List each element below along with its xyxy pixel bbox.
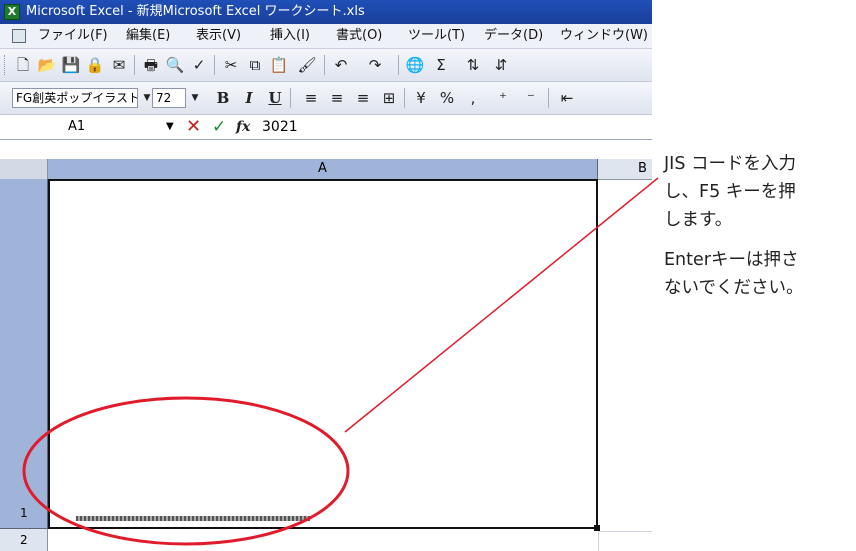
menu-file[interactable]: ファイル(F) — [38, 24, 108, 48]
toolbar-separator — [290, 88, 291, 108]
select-all-button[interactable] — [0, 159, 48, 179]
cancel-entry-icon[interactable]: ✕ — [186, 115, 201, 139]
percent-icon[interactable]: % — [436, 87, 458, 109]
excel-window: X Microsoft Excel - 新規Microsoft Excel ワー… — [0, 0, 652, 551]
menu-bar: ファイル(F) 編集(E) 表示(V) 挿入(I) 書式(O) ツール(T) デ… — [0, 24, 652, 49]
instruction-note: JIS コードを入力 し、F5 キーを押 します。 Enterキーは押さ ないで… — [664, 150, 854, 302]
paste-icon[interactable]: 📋 — [268, 54, 290, 76]
currency-icon[interactable]: ¥ — [410, 87, 432, 109]
size-dropdown-icon[interactable]: ▼ — [188, 88, 202, 108]
merge-center-icon[interactable]: ⊞ — [378, 87, 400, 109]
toolbar-separator — [214, 55, 215, 75]
toolbar-separator — [324, 55, 325, 75]
column-header-a[interactable]: A — [48, 159, 598, 179]
decrease-indent-icon[interactable]: ⇤ — [556, 87, 578, 109]
underline-button[interactable]: U — [264, 87, 286, 109]
column-header-b[interactable]: B — [598, 159, 652, 179]
document-icon[interactable] — [12, 29, 26, 43]
new-icon[interactable]: 🗋 — [12, 54, 34, 76]
cut-icon[interactable]: ✂ — [220, 54, 242, 76]
comma-style-icon[interactable]: , — [462, 87, 484, 109]
align-left-icon[interactable]: ≡ — [300, 87, 322, 109]
menu-edit[interactable]: 編集(E) — [126, 24, 170, 48]
save-icon[interactable]: 💾 — [60, 54, 82, 76]
row-headers: 1 2 — [0, 179, 48, 551]
redo-icon[interactable]: ↷ — [364, 54, 386, 76]
instruction-line: Enterキーは押さ — [664, 250, 799, 270]
row-header-1[interactable]: 1 — [0, 179, 48, 529]
instruction-paragraph-2: Enterキーは押さ ないでください。 — [664, 246, 854, 302]
menu-data[interactable]: データ(D) — [484, 24, 543, 48]
instruction-line: します。 — [664, 210, 733, 230]
menu-tools[interactable]: ツール(T) — [408, 24, 465, 48]
window-title: Microsoft Excel - 新規Microsoft Excel ワークシ… — [26, 4, 365, 19]
formatting-toolbar: FG創英ポップイラスト ▼ 72 ▼ B I U ≡ ≡ ≡ ⊞ ¥ % , ⁺… — [0, 82, 652, 115]
name-box-dropdown-icon[interactable]: ▼ — [166, 117, 174, 137]
spelling-icon[interactable]: ✓ — [188, 54, 210, 76]
name-box[interactable]: A1 — [58, 117, 158, 137]
toolbar-separator — [134, 55, 135, 75]
row-number: 2 — [20, 533, 28, 547]
autosum-icon[interactable]: Σ — [430, 54, 452, 76]
sort-ascending-icon[interactable]: ⇅ — [462, 54, 484, 76]
active-cell-a1[interactable] — [48, 179, 598, 529]
print-preview-icon[interactable]: 🔍 — [164, 54, 186, 76]
email-icon[interactable]: ✉ — [108, 54, 130, 76]
copy-icon[interactable]: ⧉ — [244, 54, 266, 76]
column-header-row: A B — [0, 159, 652, 180]
print-icon[interactable]: 🖶 — [140, 54, 162, 76]
menu-view[interactable]: 表示(V) — [196, 24, 241, 48]
toolbar-separator — [404, 88, 405, 108]
toolbar-separator — [398, 55, 399, 75]
instruction-line: JIS コードを入力 — [664, 154, 796, 174]
confirm-entry-icon[interactable]: ✓ — [212, 115, 226, 139]
instruction-paragraph-1: JIS コードを入力 し、F5 キーを押 します。 — [664, 150, 854, 234]
permission-icon[interactable]: 🔒 — [84, 54, 106, 76]
row-header-2[interactable]: 2 — [0, 529, 48, 551]
insert-function-icon[interactable]: fx — [236, 115, 250, 139]
format-painter-icon[interactable]: 🖌 — [296, 54, 318, 76]
open-icon[interactable]: 📂 — [36, 54, 58, 76]
standard-toolbar: 🗋 📂 💾 🔒 ✉ 🖶 🔍 ✓ ✂ ⧉ 📋 🖌 ↶ ↷ 🌐 Σ ⇅ ⇵ — [0, 49, 652, 82]
align-center-icon[interactable]: ≡ — [326, 87, 348, 109]
menu-insert[interactable]: 挿入(I) — [270, 24, 310, 48]
undo-icon[interactable]: ↶ — [330, 54, 352, 76]
title-bar: X Microsoft Excel - 新規Microsoft Excel ワー… — [0, 0, 652, 24]
menu-format[interactable]: 書式(O) — [336, 24, 382, 48]
italic-button[interactable]: I — [238, 87, 260, 109]
formula-bar: A1 ▼ ✕ ✓ fx 3021 — [0, 115, 652, 140]
menu-window[interactable]: ウィンドウ(W) — [560, 24, 648, 48]
instruction-line: し、F5 キーを押 — [664, 182, 796, 202]
increase-decimal-icon[interactable]: ⁺ — [492, 87, 514, 109]
ime-composition-underline — [76, 516, 310, 521]
formula-input[interactable]: 3021 — [262, 115, 298, 139]
toolbar-grip[interactable] — [4, 55, 8, 75]
align-right-icon[interactable]: ≡ — [352, 87, 374, 109]
row-number: 1 — [20, 506, 28, 520]
toolbar-separator — [548, 88, 549, 108]
decrease-decimal-icon[interactable]: ⁻ — [520, 87, 542, 109]
gridline — [598, 531, 599, 551]
bold-button[interactable]: B — [212, 87, 234, 109]
font-size-box[interactable]: 72 — [152, 88, 186, 108]
gridline — [598, 531, 652, 532]
hyperlink-icon[interactable]: 🌐 — [404, 54, 426, 76]
sort-descending-icon[interactable]: ⇵ — [490, 54, 512, 76]
excel-icon[interactable]: X — [4, 4, 20, 20]
instruction-line: ないでください。 — [664, 278, 804, 298]
font-name-box[interactable]: FG創英ポップイラスト — [12, 88, 138, 108]
